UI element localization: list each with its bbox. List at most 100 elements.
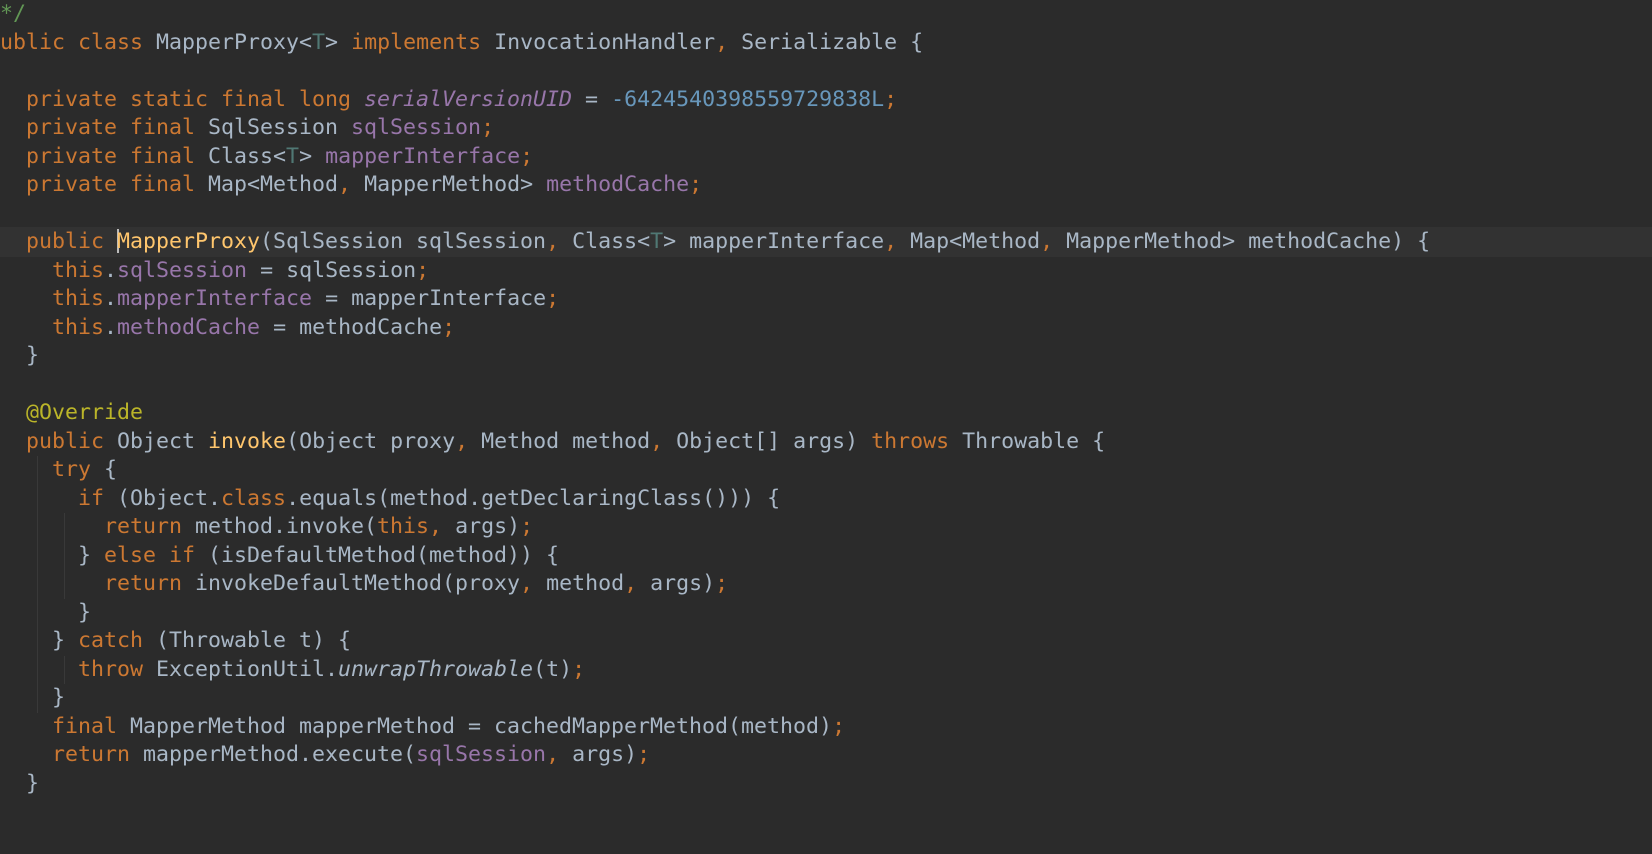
code-token-plain: (Object proxy bbox=[286, 428, 456, 454]
code-token-field: mapperInterface bbox=[325, 143, 521, 169]
code-token-keyword: , bbox=[520, 571, 547, 597]
code-token-plain: = methodCache bbox=[260, 314, 443, 340]
code-line[interactable]: @Override bbox=[0, 398, 1652, 428]
code-line[interactable]: if (Object.class.equals(method.getDeclar… bbox=[0, 484, 1652, 514]
code-line[interactable]: ublic class MapperProxy<T> implements In… bbox=[0, 28, 1652, 58]
code-editor[interactable]: */ublic class MapperProxy<T> implements … bbox=[0, 0, 1652, 854]
code-token-annotation: @Override bbox=[26, 400, 144, 426]
code-token-plain: method bbox=[546, 571, 625, 597]
code-line[interactable]: } else if (isDefaultMethod(method)) { bbox=[0, 541, 1652, 571]
code-token-plain: MapperMethod mapperMethod = cachedMapper… bbox=[130, 713, 833, 739]
code-token-plain: Object[] args) bbox=[676, 428, 872, 454]
code-line[interactable]: throw ExceptionUtil.unwrapThrowable(t); bbox=[0, 655, 1652, 685]
code-token-plain: InvocationHandler bbox=[494, 29, 716, 55]
code-token-keyword: return bbox=[104, 514, 196, 540]
code-token-plain: args) bbox=[572, 742, 638, 768]
code-token-keyword: , bbox=[546, 229, 573, 255]
code-token-plain: (t) bbox=[533, 656, 573, 682]
code-line[interactable]: private final SqlSession sqlSession; bbox=[0, 113, 1652, 143]
code-line[interactable]: this.mapperInterface = mapperInterface; bbox=[0, 284, 1652, 314]
code-token-keyword: private final bbox=[26, 115, 209, 141]
code-token-type-param: T bbox=[286, 143, 300, 169]
code-token-field: serialVersionUID bbox=[364, 86, 573, 112]
code-line[interactable]: private final Map<Method, MapperMethod> … bbox=[0, 170, 1652, 200]
code-token-method-decl: MapperProxy bbox=[117, 229, 261, 255]
code-line[interactable]: this.sqlSession = sqlSession; bbox=[0, 256, 1652, 286]
code-token-doc-comment: */ bbox=[0, 1, 27, 27]
code-token-keyword: , bbox=[1040, 229, 1067, 255]
code-token-type-param: T bbox=[650, 229, 664, 255]
code-token-keyword: , bbox=[624, 571, 651, 597]
code-token-plain: { bbox=[104, 457, 118, 483]
code-line[interactable]: final MapperMethod mapperMethod = cached… bbox=[0, 712, 1652, 742]
code-token-plain: } bbox=[26, 770, 40, 796]
code-token-plain: } bbox=[78, 542, 105, 568]
code-token-keyword: catch bbox=[78, 628, 157, 654]
code-token-plain: = mapperInterface bbox=[312, 286, 547, 312]
code-token-field: sqlSession bbox=[416, 742, 547, 768]
code-token-field: methodCache bbox=[117, 314, 261, 340]
code-token-keyword: final bbox=[52, 713, 131, 739]
code-token-plain: . bbox=[104, 286, 118, 312]
code-token-keyword: this bbox=[52, 257, 105, 283]
code-line[interactable]: this.methodCache = methodCache; bbox=[0, 313, 1652, 343]
code-token-keyword: if bbox=[78, 485, 118, 511]
code-token-plain: Map<Method bbox=[910, 229, 1041, 255]
code-line[interactable]: } catch (Throwable t) { bbox=[0, 626, 1652, 656]
code-token-keyword: ; bbox=[442, 314, 456, 340]
code-line[interactable]: return method.invoke(this, args); bbox=[0, 512, 1652, 542]
code-line[interactable]: } bbox=[0, 769, 1652, 799]
code-token-number: -6424540398559729838L bbox=[611, 86, 885, 112]
code-token-keyword: return bbox=[104, 571, 196, 597]
code-token-plain: MapperProxy< bbox=[156, 29, 313, 55]
code-token-type-param: T bbox=[312, 29, 326, 55]
code-line[interactable]: try { bbox=[0, 455, 1652, 485]
code-line[interactable]: } bbox=[0, 598, 1652, 628]
code-token-plain: = sqlSession bbox=[247, 257, 417, 283]
code-line[interactable]: return invokeDefaultMethod(proxy, method… bbox=[0, 569, 1652, 599]
code-token-keyword: public bbox=[26, 428, 118, 454]
code-token-plain: (isDefaultMethod(method)) { bbox=[208, 542, 560, 568]
code-token-keyword: throw bbox=[78, 656, 157, 682]
code-token-keyword: implements bbox=[351, 29, 495, 55]
code-token-plain: Serializable { bbox=[741, 29, 924, 55]
code-token-keyword: ublic class bbox=[0, 29, 157, 55]
code-line-current[interactable]: public MapperProxy(SqlSession sqlSession… bbox=[0, 227, 1652, 258]
code-token-field: sqlSession bbox=[351, 115, 482, 141]
code-token-keyword: ; bbox=[481, 115, 495, 141]
code-line[interactable]: private final Class<T> mapperInterface; bbox=[0, 142, 1652, 172]
code-token-plain: Class< bbox=[208, 143, 287, 169]
code-line[interactable]: public Object invoke(Object proxy, Metho… bbox=[0, 427, 1652, 457]
code-line[interactable]: return mapperMethod.execute(sqlSession, … bbox=[0, 740, 1652, 770]
code-token-keyword: public bbox=[26, 229, 118, 255]
code-token-plain: } bbox=[52, 628, 79, 654]
code-token-keyword: , bbox=[715, 29, 742, 55]
code-line[interactable]: private static final long serialVersionU… bbox=[0, 85, 1652, 115]
code-line[interactable] bbox=[0, 56, 1652, 86]
code-line[interactable]: } bbox=[0, 341, 1652, 371]
code-line[interactable]: */ bbox=[0, 0, 1652, 29]
code-token-plain: > bbox=[325, 29, 352, 55]
code-line[interactable] bbox=[0, 199, 1652, 229]
code-line[interactable]: } bbox=[0, 683, 1652, 713]
code-token-keyword: private static final long bbox=[26, 86, 365, 112]
code-token-plain: .equals(method.getDeclaringClass())) { bbox=[286, 485, 781, 511]
code-line[interactable] bbox=[0, 370, 1652, 400]
code-token-plain: } bbox=[26, 343, 40, 369]
code-token-keyword: ; bbox=[416, 257, 430, 283]
code-token-plain: (Object. bbox=[117, 485, 222, 511]
code-token-plain: MapperMethod> bbox=[364, 172, 547, 198]
